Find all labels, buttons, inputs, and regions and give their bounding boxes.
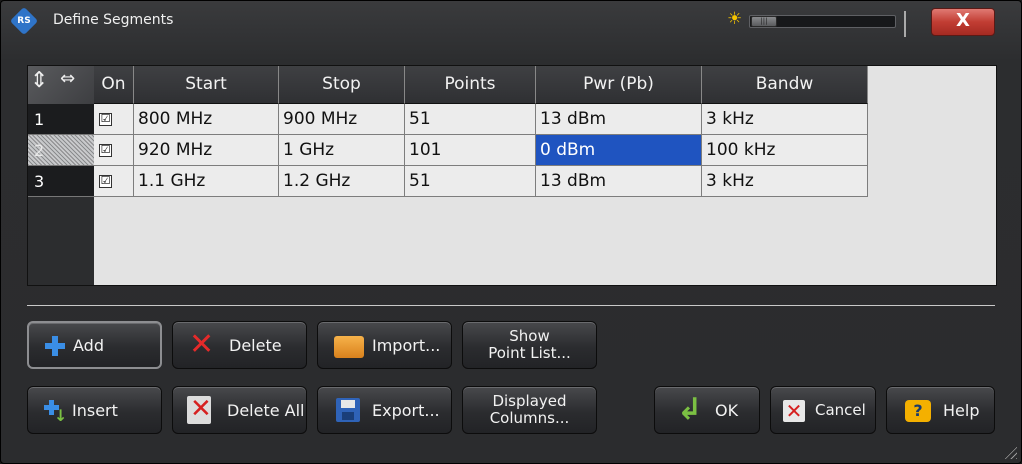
- folder-icon: [334, 336, 364, 358]
- checkbox-cell[interactable]: ☑: [94, 104, 134, 135]
- import-label: Import...: [372, 335, 441, 355]
- cell-pwr[interactable]: 13 dBm: [536, 104, 702, 135]
- insert-icon: ↓: [44, 400, 67, 425]
- row-header-2[interactable]: 2: [28, 135, 94, 166]
- table-corner[interactable]: ⇕ ⇔: [28, 66, 94, 105]
- checkbox-on[interactable]: ☑: [99, 175, 112, 188]
- row-header-column: ⇕ ⇔ 1 2 3: [28, 66, 94, 285]
- column-header-points[interactable]: Points: [405, 66, 536, 104]
- dialog-title: Define Segments: [53, 12, 174, 28]
- ok-label: OK: [715, 400, 739, 420]
- cell-start[interactable]: 1.1 GHz: [134, 166, 279, 197]
- cell-points[interactable]: 101: [405, 135, 536, 166]
- cancel-button[interactable]: ✕ Cancel: [770, 386, 876, 434]
- ok-arrow-icon: ↲: [677, 392, 703, 427]
- cell-points[interactable]: 51: [405, 104, 536, 135]
- title-bar[interactable]: RS Define Segments ☀ ||| X: [1, 1, 1021, 39]
- delete-all-label: Delete All: [227, 400, 305, 420]
- checkbox-cell[interactable]: ☑: [94, 166, 134, 197]
- define-segments-dialog: RS Define Segments ☀ ||| X ⇕ ⇔ 1 2 3 On …: [0, 0, 1022, 464]
- help-icon: ?: [905, 400, 931, 422]
- save-disk-icon: [336, 398, 360, 422]
- checkbox-cell[interactable]: ☑: [94, 135, 134, 166]
- transparency-slider[interactable]: |||: [749, 15, 896, 28]
- add-button[interactable]: Add: [27, 321, 162, 369]
- cell-stop[interactable]: 900 MHz: [279, 104, 405, 135]
- displayed-columns-button[interactable]: Displayed Columns...: [462, 386, 597, 434]
- cell-start[interactable]: 800 MHz: [134, 104, 279, 135]
- add-label: Add: [73, 335, 104, 355]
- x-delete-icon: ✕: [189, 327, 215, 362]
- column-header-on[interactable]: On: [94, 66, 134, 104]
- column-header-stop[interactable]: Stop: [279, 66, 405, 104]
- plus-icon: [45, 336, 65, 356]
- close-button[interactable]: X: [931, 8, 995, 36]
- insert-button[interactable]: ↓ Insert: [27, 386, 162, 434]
- cell-pwr[interactable]: 13 dBm: [536, 166, 702, 197]
- help-button[interactable]: ? Help: [886, 386, 995, 434]
- title-divider: [904, 11, 906, 37]
- delete-all-button[interactable]: ✕ Delete All: [172, 386, 307, 434]
- cancel-label: Cancel: [815, 401, 866, 419]
- delete-button[interactable]: ✕ Delete: [172, 321, 307, 369]
- delete-all-icon: ✕: [187, 394, 212, 424]
- cell-bandw[interactable]: 100 kHz: [702, 135, 868, 166]
- cell-stop[interactable]: 1.2 GHz: [279, 166, 405, 197]
- column-header-bandw[interactable]: Bandw: [702, 66, 868, 104]
- show-point-list-label: Show Point List...: [488, 327, 571, 362]
- cell-bandw[interactable]: 3 kHz: [702, 166, 868, 197]
- insert-label: Insert: [72, 400, 118, 420]
- row-header-3[interactable]: 3: [28, 166, 94, 197]
- cell-stop[interactable]: 1 GHz: [279, 135, 405, 166]
- cancel-x-icon: ✕: [783, 400, 805, 422]
- resize-vertical-icon: ⇕: [30, 68, 49, 93]
- checkbox-on[interactable]: ☑: [99, 144, 112, 157]
- rs-logo-icon: RS: [9, 6, 39, 36]
- cell-bandw[interactable]: 3 kHz: [702, 104, 868, 135]
- resize-horizontal-icon: ⇔: [60, 68, 76, 89]
- export-label: Export...: [372, 400, 440, 420]
- help-label: Help: [943, 400, 980, 420]
- row-header-1[interactable]: 1: [28, 104, 94, 135]
- resize-grip-icon[interactable]: [1003, 445, 1017, 459]
- cell-pwr-active[interactable]: 0 dBm: [536, 135, 702, 166]
- ok-button[interactable]: ↲ OK: [654, 386, 760, 434]
- checkbox-on[interactable]: ☑: [99, 113, 112, 126]
- column-header-start[interactable]: Start: [134, 66, 279, 104]
- export-button[interactable]: Export...: [317, 386, 452, 434]
- column-header-pwr[interactable]: Pwr (Pb): [536, 66, 702, 104]
- divider: [27, 305, 995, 306]
- cell-start[interactable]: 920 MHz: [134, 135, 279, 166]
- sun-icon: ☀: [727, 9, 743, 29]
- cell-points[interactable]: 51: [405, 166, 536, 197]
- delete-label: Delete: [229, 335, 282, 355]
- displayed-columns-label: Displayed Columns...: [489, 392, 570, 427]
- show-point-list-button[interactable]: Show Point List...: [462, 321, 597, 369]
- import-button[interactable]: Import...: [317, 321, 452, 369]
- slider-thumb[interactable]: |||: [751, 16, 777, 27]
- segments-table: ⇕ ⇔ 1 2 3 On Start Stop Points Pwr (Pb) …: [27, 65, 997, 286]
